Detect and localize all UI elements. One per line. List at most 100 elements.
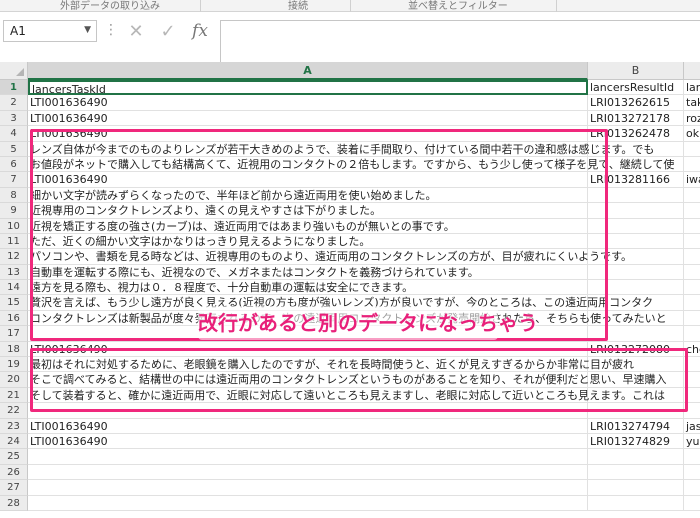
enter-icon[interactable]: ✓ xyxy=(152,21,184,42)
cell-a[interactable]: LTI001636490 xyxy=(28,341,588,358)
cell-b[interactable]: LRI013274794 xyxy=(588,418,684,434)
cell-c[interactable] xyxy=(684,388,700,404)
cell-a[interactable]: パソコンや、書類を見る時などは、近視専用のものより、遠近両用のコンタクトレンズの… xyxy=(28,249,632,265)
cell-a[interactable]: 近視専用のコンタクトレンズより、遠くの見えやすさは下がりました。 xyxy=(28,203,588,219)
cell-b[interactable] xyxy=(588,449,684,465)
row-header[interactable]: 13 xyxy=(0,264,28,281)
row-header[interactable]: 3 xyxy=(0,110,28,127)
row-header[interactable]: 9 xyxy=(0,203,28,219)
row-header[interactable]: 10 xyxy=(0,218,28,234)
cell-b[interactable]: LRI013274829 xyxy=(588,433,684,450)
cell-b[interactable] xyxy=(588,187,684,204)
row-header[interactable]: 28 xyxy=(0,495,28,511)
cell-b[interactable]: LRI013272080 xyxy=(588,341,684,358)
row-header[interactable]: 7 xyxy=(0,172,28,188)
cell-a[interactable]: 遠方を見る際も、視力は０．８程度で、十分自動車の運転は安全にできます。 xyxy=(28,280,588,296)
select-all-button[interactable] xyxy=(0,62,28,80)
cell-a[interactable] xyxy=(28,464,588,481)
cell-b[interactable] xyxy=(588,357,684,373)
cell-c[interactable] xyxy=(684,403,700,419)
row-header[interactable]: 21 xyxy=(0,387,28,404)
cell-c[interactable] xyxy=(684,157,700,173)
row-header[interactable]: 24 xyxy=(0,433,28,450)
column-header-b[interactable]: B xyxy=(588,62,684,80)
cell-c[interactable] xyxy=(684,249,700,265)
chevron-down-icon[interactable]: ▼ xyxy=(84,25,91,35)
cell-b[interactable]: LRI013262615 xyxy=(588,95,684,111)
row-header[interactable]: 17 xyxy=(0,326,28,342)
cell-a[interactable]: そして装着すると、確かに遠近両用で、近眼に対応して遠いところも見えますし、老眼に… xyxy=(28,387,665,404)
row-header[interactable]: 2 xyxy=(0,95,28,111)
cell-b[interactable]: LRI013272178 xyxy=(588,110,684,127)
cell-c[interactable] xyxy=(684,326,700,342)
column-header-c[interactable] xyxy=(684,62,700,80)
insert-function-icon[interactable]: fx xyxy=(184,21,216,41)
cell-a[interactable]: 自動車を運転する際にも、近視なので、メガネまたはコンタクトを義務づけられています… xyxy=(28,264,588,281)
cell-b[interactable] xyxy=(588,310,684,327)
cell-c[interactable] xyxy=(684,219,700,234)
row-header[interactable]: 12 xyxy=(0,249,28,265)
row-header[interactable]: 6 xyxy=(0,156,28,173)
cell-b[interactable] xyxy=(588,233,684,250)
cell-a[interactable] xyxy=(28,495,588,511)
cell-b[interactable] xyxy=(588,495,684,511)
cell-b[interactable]: lancersResultId xyxy=(588,80,684,96)
cell-b[interactable] xyxy=(588,141,684,157)
cell-a[interactable]: LTI001636490 xyxy=(28,126,588,142)
row-header[interactable]: 27 xyxy=(0,480,28,496)
row-header[interactable]: 23 xyxy=(0,418,28,434)
row-header[interactable]: 26 xyxy=(0,464,28,481)
cell-c[interactable]: che xyxy=(684,342,700,358)
worksheet-grid[interactable]: A B 1lancersTaskIdlancersResultIdlan2LTI… xyxy=(0,62,700,518)
cell-c[interactable]: oki xyxy=(684,126,700,142)
cell-b[interactable] xyxy=(588,464,684,481)
cell-c[interactable]: lan xyxy=(684,80,700,96)
cell-b[interactable] xyxy=(588,387,684,404)
cell-c[interactable]: yuc xyxy=(684,434,700,450)
cell-b[interactable] xyxy=(588,326,684,342)
cell-a[interactable]: ただ、近くの細かい文字はかなりはっきり見えるようになりました。 xyxy=(28,233,588,250)
cell-a[interactable]: そこで調べてみると、結構世の中には遠近両用のコンタクトレンズというものがあること… xyxy=(28,372,666,388)
cell-b[interactable] xyxy=(588,249,684,265)
cell-c[interactable]: roz xyxy=(684,111,700,127)
row-header[interactable]: 4 xyxy=(0,126,28,142)
cell-c[interactable] xyxy=(684,372,700,388)
cell-b[interactable]: LRI013262478 xyxy=(588,126,684,142)
row-header[interactable]: 16 xyxy=(0,310,28,327)
cell-a[interactable]: LTI001636490 xyxy=(28,110,588,127)
cell-c[interactable] xyxy=(684,311,700,327)
cell-c[interactable] xyxy=(684,496,700,511)
cell-c[interactable] xyxy=(684,265,700,281)
row-header[interactable]: 20 xyxy=(0,372,28,388)
row-header[interactable]: 8 xyxy=(0,187,28,204)
cell-c[interactable] xyxy=(684,203,700,219)
cell-a[interactable]: LTI001636490 xyxy=(28,433,588,450)
cell-b[interactable] xyxy=(588,372,684,388)
row-header[interactable]: 25 xyxy=(0,449,28,465)
cell-a[interactable]: 最初はそれに対処するために、老眼鏡を購入したのですが、それを長時間使うと、近くが… xyxy=(28,357,634,373)
cell-b[interactable]: LRI013281166 xyxy=(588,172,684,188)
cell-c[interactable] xyxy=(684,142,700,157)
row-header[interactable]: 15 xyxy=(0,295,28,311)
cell-a[interactable]: LTI001636490 xyxy=(28,418,588,434)
cell-b[interactable] xyxy=(588,264,684,281)
row-header[interactable]: 11 xyxy=(0,233,28,250)
cell-b[interactable] xyxy=(588,280,684,296)
cell-a[interactable]: お値段がネットで購入しても結構高くて、近視用のコンタクトの２倍もします。ですから… xyxy=(28,156,674,173)
cell-c[interactable] xyxy=(684,465,700,481)
resize-handle-icon[interactable]: ⋮ xyxy=(104,22,118,38)
row-header[interactable]: 14 xyxy=(0,280,28,296)
cell-a[interactable] xyxy=(28,449,588,465)
cell-c[interactable] xyxy=(684,357,700,373)
cell-a[interactable]: 近視を矯正する度の強さ(カーブ)は、遠近両用ではあまり強いものが無いとの事です。 xyxy=(28,218,588,234)
cell-c[interactable] xyxy=(684,280,700,296)
formula-input[interactable] xyxy=(220,20,700,64)
cell-b[interactable] xyxy=(588,203,684,219)
row-header[interactable]: 19 xyxy=(0,357,28,373)
cell-c[interactable]: iwa xyxy=(684,172,700,188)
cancel-icon[interactable]: ✕ xyxy=(120,21,152,42)
row-header[interactable]: 1 xyxy=(0,80,28,96)
row-header[interactable]: 22 xyxy=(0,403,28,419)
column-header-a[interactable]: A xyxy=(28,62,588,80)
cell-c[interactable] xyxy=(684,449,700,465)
